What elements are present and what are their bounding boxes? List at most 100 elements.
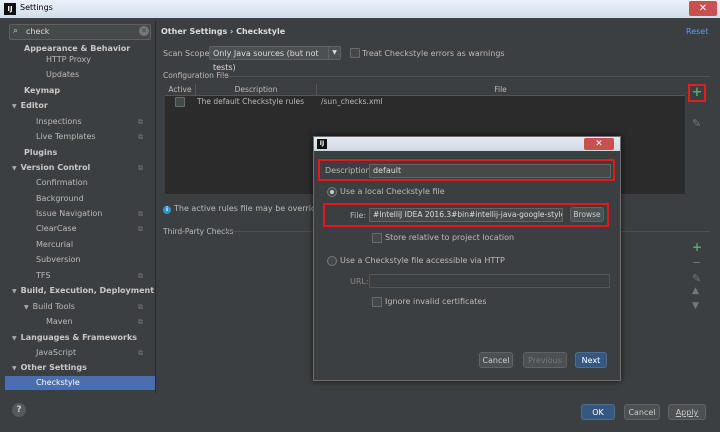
ignore-certs-checkbox[interactable] [372, 297, 382, 307]
sidebar-item-inspections[interactable]: Inspections [36, 115, 82, 129]
sidebar-item-subversion[interactable]: Subversion [36, 253, 81, 267]
help-button[interactable]: ? [12, 403, 26, 417]
expand-arrow-icon[interactable]: ▼ [12, 335, 17, 342]
column-header-active[interactable]: Active [165, 84, 196, 95]
url-label: URL: [350, 277, 369, 286]
copy-settings-icon: ⧉ [138, 318, 143, 326]
scan-scope-select[interactable]: Only Java sources (but not tests) ▼ [209, 46, 341, 72]
window-title-bar: IJ Settings ✕ [0, 0, 720, 18]
browse-button[interactable]: Browse [570, 207, 604, 222]
local-file-label: Use a local Checkstyle file [340, 187, 445, 196]
chevron-down-icon: ▼ [328, 47, 340, 59]
move-up-icon[interactable]: ▲ [692, 286, 699, 296]
cancel-button[interactable]: Cancel [624, 404, 660, 420]
expand-arrow-icon[interactable]: ▼ [12, 165, 17, 172]
sidebar-item-version-control[interactable]: ▼ Version Control [12, 161, 90, 175]
ok-button[interactable]: OK [581, 404, 615, 420]
sidebar-item-label: Version Control [20, 163, 91, 172]
remove-icon[interactable]: − [692, 256, 701, 269]
info-text: The active rules file may be overridden, [174, 204, 334, 213]
description-field[interactable]: default [369, 164, 611, 178]
section-divider [220, 76, 710, 77]
add-third-party-icon[interactable]: + [692, 240, 702, 254]
breadcrumb: Other Settings › Checkstyle [161, 27, 286, 36]
file-label: File: [350, 211, 367, 220]
config-section-label: Configuration File [163, 71, 229, 80]
sidebar-item-other-settings[interactable]: ▼ Other Settings [12, 361, 87, 375]
active-checkbox[interactable] [175, 97, 185, 107]
copy-settings-icon: ⧉ [138, 164, 143, 172]
dialog-close-button[interactable]: ✕ [584, 138, 614, 150]
dialog-cancel-button[interactable]: Cancel [479, 352, 513, 368]
sidebar-item-http-proxy[interactable]: HTTP Proxy [46, 53, 91, 67]
store-relative-checkbox[interactable] [372, 233, 382, 243]
third-party-label: Third-Party Checks [163, 227, 234, 236]
sidebar-item-label: Other Settings [20, 363, 87, 372]
sidebar-item-languages[interactable]: ▼ Languages & Frameworks [12, 331, 137, 345]
app-icon: IJ [317, 139, 327, 149]
search-box[interactable]: ⌕ ✕ [9, 24, 151, 40]
apply-button[interactable]: Apply [668, 404, 706, 420]
sidebar-item-clearcase[interactable]: ClearCase [36, 222, 77, 236]
column-header-description[interactable]: Description [196, 84, 317, 95]
sidebar-item-keymap[interactable]: Keymap [24, 84, 60, 98]
sidebar-item-label: Build, Execution, Deployment [20, 286, 155, 295]
store-relative-label: Store relative to project location [385, 233, 515, 242]
description-label: Description: [325, 166, 374, 175]
expand-arrow-icon[interactable]: ▼ [24, 304, 29, 311]
info-icon: i [163, 206, 171, 214]
expand-arrow-icon[interactable]: ▼ [12, 288, 17, 295]
expand-arrow-icon[interactable]: ▼ [12, 365, 17, 372]
table-header: Active Description File [165, 84, 685, 96]
expand-arrow-icon[interactable]: ▼ [12, 103, 17, 110]
sidebar-item-live-templates[interactable]: Live Templates [36, 130, 96, 144]
search-icon: ⌕ [13, 26, 19, 36]
reset-link[interactable]: Reset [686, 27, 708, 36]
clear-search-icon[interactable]: ✕ [139, 26, 149, 36]
copy-settings-icon: ⧉ [138, 272, 143, 280]
previous-button[interactable]: Previous [523, 352, 567, 368]
http-file-label: Use a Checkstyle file accessible via HTT… [340, 256, 505, 265]
edit-icon[interactable]: ✎ [692, 117, 701, 130]
sidebar-item-label: Editor [20, 101, 48, 110]
url-field[interactable] [369, 274, 610, 288]
dialog-title-bar: IJ ✕ [314, 137, 620, 151]
treat-errors-checkbox[interactable] [350, 48, 360, 58]
row-description: The default Checkstyle rules [197, 97, 304, 106]
file-path-field[interactable]: #IntelliJ IDEA 2016.3#bin#intellij-java-… [369, 208, 563, 222]
sidebar-item-tfs[interactable]: TFS [36, 269, 50, 283]
column-header-file[interactable]: File [317, 84, 684, 95]
sidebar-item-javascript[interactable]: JavaScript [36, 346, 76, 360]
sidebar-item-editor[interactable]: ▼ Editor [12, 99, 48, 113]
ignore-certs-label: Ignore invalid certificates [385, 297, 487, 306]
sidebar-item-confirmation[interactable]: Confirmation [36, 176, 88, 190]
window-close-button[interactable]: ✕ [689, 1, 717, 16]
sidebar-item-mercurial[interactable]: Mercurial [36, 238, 73, 252]
window-title: Settings [20, 3, 53, 12]
local-file-radio[interactable] [327, 187, 337, 197]
http-file-radio[interactable] [327, 256, 337, 266]
scan-scope-label: Scan Scope: [163, 49, 213, 58]
sidebar-item-maven[interactable]: Maven [46, 315, 73, 329]
next-button[interactable]: Next [575, 352, 607, 368]
scan-scope-value: Only Java sources (but not tests) [213, 49, 319, 72]
treat-errors-label: Treat Checkstyle errors as warnings [362, 49, 505, 58]
sidebar-item-updates[interactable]: Updates [46, 68, 79, 82]
sidebar-item-issue-navigation[interactable]: Issue Navigation [36, 207, 102, 221]
add-config-button[interactable]: + [688, 84, 706, 102]
copy-settings-icon: ⧉ [138, 118, 143, 126]
sidebar-item-background[interactable]: Background [36, 192, 84, 206]
copy-settings-icon: ⧉ [138, 349, 143, 357]
sidebar-item-build-tools[interactable]: ▼ Build Tools [24, 300, 75, 314]
move-down-icon[interactable]: ▼ [692, 301, 699, 311]
search-input[interactable] [26, 25, 136, 38]
table-row[interactable]: The default Checkstyle rules /sun_checks… [165, 96, 685, 108]
copy-settings-icon: ⧉ [138, 225, 143, 233]
add-config-dialog: IJ ✕ Description: default Use a local Ch… [313, 136, 621, 381]
sidebar-item-build-execution[interactable]: ▼ Build, Execution, Deployment [12, 284, 154, 298]
copy-settings-icon: ⧉ [138, 210, 143, 218]
sidebar-item-plugins[interactable]: Plugins [24, 146, 57, 160]
app-icon: IJ [4, 3, 16, 15]
edit-icon[interactable]: ✎ [692, 272, 701, 285]
sidebar-item-checkstyle[interactable]: Checkstyle [5, 376, 155, 390]
